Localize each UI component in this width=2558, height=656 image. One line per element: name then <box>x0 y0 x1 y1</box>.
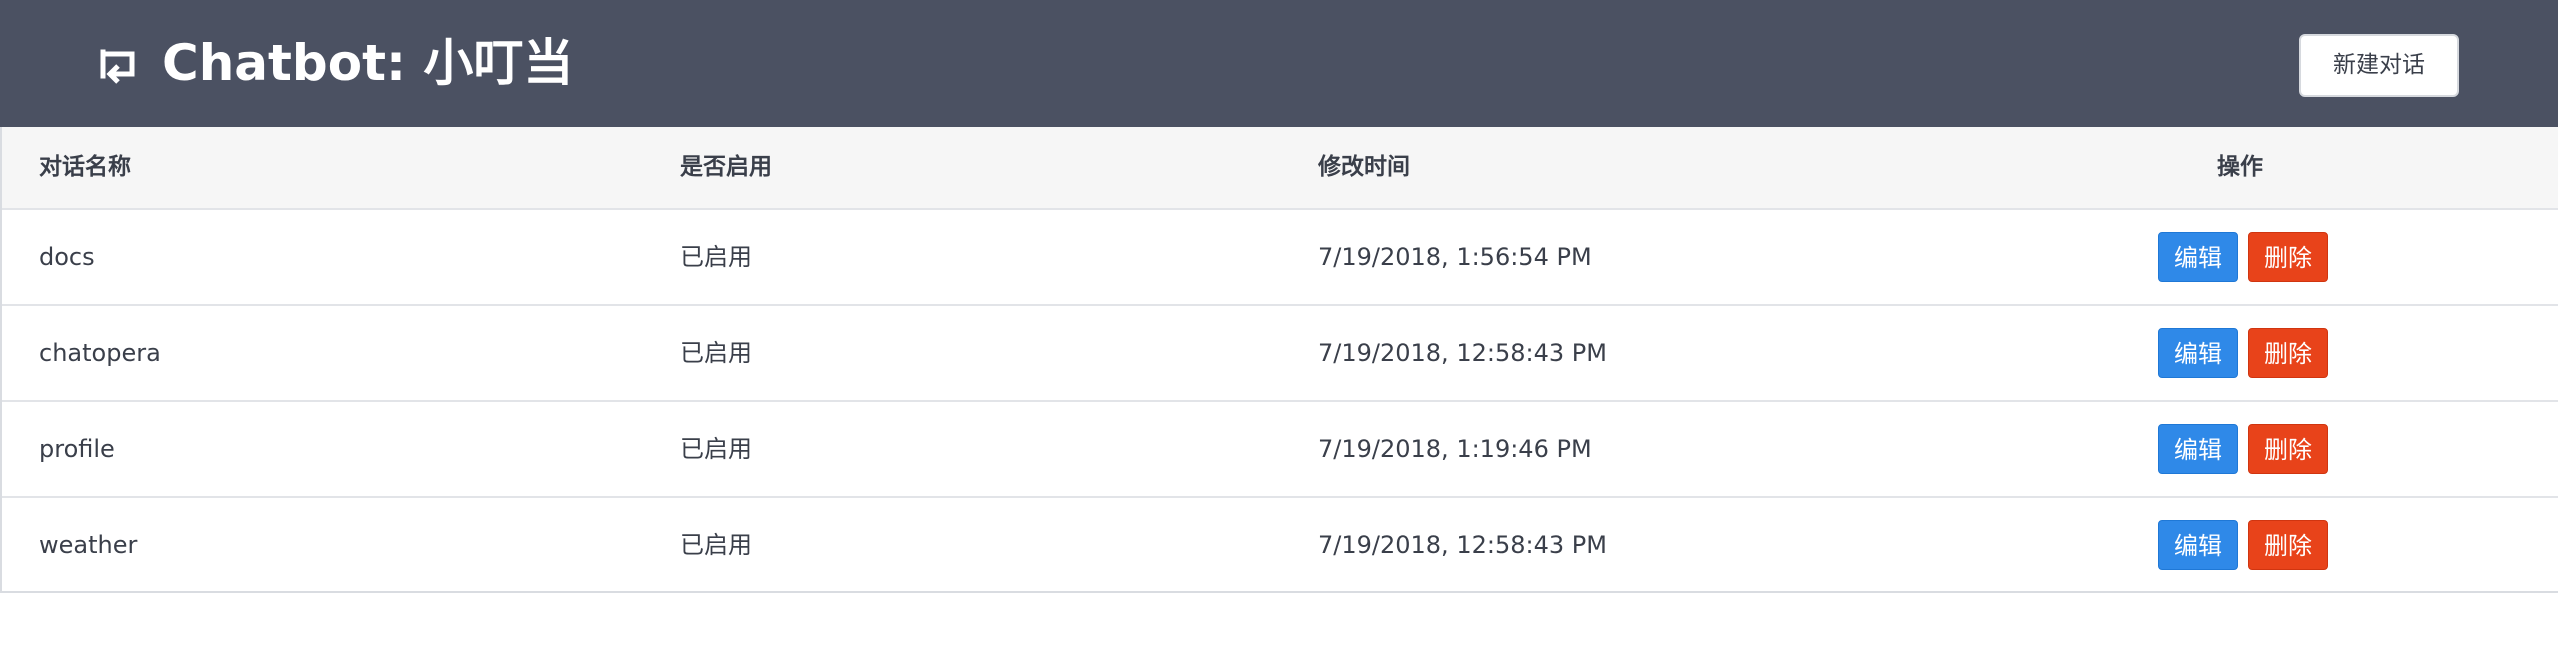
edit-button[interactable]: 编辑 <box>2158 520 2238 570</box>
edit-button[interactable]: 编辑 <box>2158 232 2238 282</box>
column-header-modified: 修改时间 <box>1318 154 1410 180</box>
table-row: chatopera 已启用 7/19/2018, 12:58:43 PM 编辑 … <box>2 306 2558 402</box>
modified-time: 7/19/2018, 1:19:46 PM <box>1318 435 1592 463</box>
app-header: Chatbot: 小叮当 新建对话 <box>0 0 2558 127</box>
column-header-name: 对话名称 <box>39 154 131 180</box>
table-row: docs 已启用 7/19/2018, 1:56:54 PM 编辑 删除 <box>2 210 2558 306</box>
table-row: weather 已启用 7/19/2018, 12:58:43 PM 编辑 删除 <box>2 498 2558 592</box>
edit-button[interactable]: 编辑 <box>2158 328 2238 378</box>
modified-time: 7/19/2018, 12:58:43 PM <box>1318 531 1607 559</box>
conversation-name: docs <box>39 243 95 271</box>
conversation-name: chatopera <box>39 339 161 367</box>
page-title: Chatbot: 小叮当 <box>162 34 574 92</box>
delete-button[interactable]: 删除 <box>2248 424 2328 474</box>
enabled-status: 已启用 <box>680 339 752 367</box>
column-header-actions: 操作 <box>2217 154 2263 180</box>
edit-button[interactable]: 编辑 <box>2158 424 2238 474</box>
column-header-enabled: 是否启用 <box>680 154 772 180</box>
delete-button[interactable]: 删除 <box>2248 232 2328 282</box>
new-conversation-button[interactable]: 新建对话 <box>2299 34 2459 97</box>
enabled-status: 已启用 <box>680 243 752 271</box>
enabled-status: 已启用 <box>680 531 752 559</box>
delete-button[interactable]: 删除 <box>2248 328 2328 378</box>
modified-time: 7/19/2018, 12:58:43 PM <box>1318 339 1607 367</box>
conversation-name: profile <box>39 435 115 463</box>
table-row: profile 已启用 7/19/2018, 1:19:46 PM 编辑 删除 <box>2 402 2558 498</box>
back-arrow-icon[interactable] <box>98 44 138 84</box>
table-header: 对话名称 是否启用 修改时间 操作 <box>2 127 2558 210</box>
delete-button[interactable]: 删除 <box>2248 520 2328 570</box>
enabled-status: 已启用 <box>680 435 752 463</box>
conversation-table: 对话名称 是否启用 修改时间 操作 docs 已启用 7/19/2018, 1:… <box>0 127 2558 593</box>
conversation-name: weather <box>39 531 138 559</box>
modified-time: 7/19/2018, 1:56:54 PM <box>1318 243 1592 271</box>
